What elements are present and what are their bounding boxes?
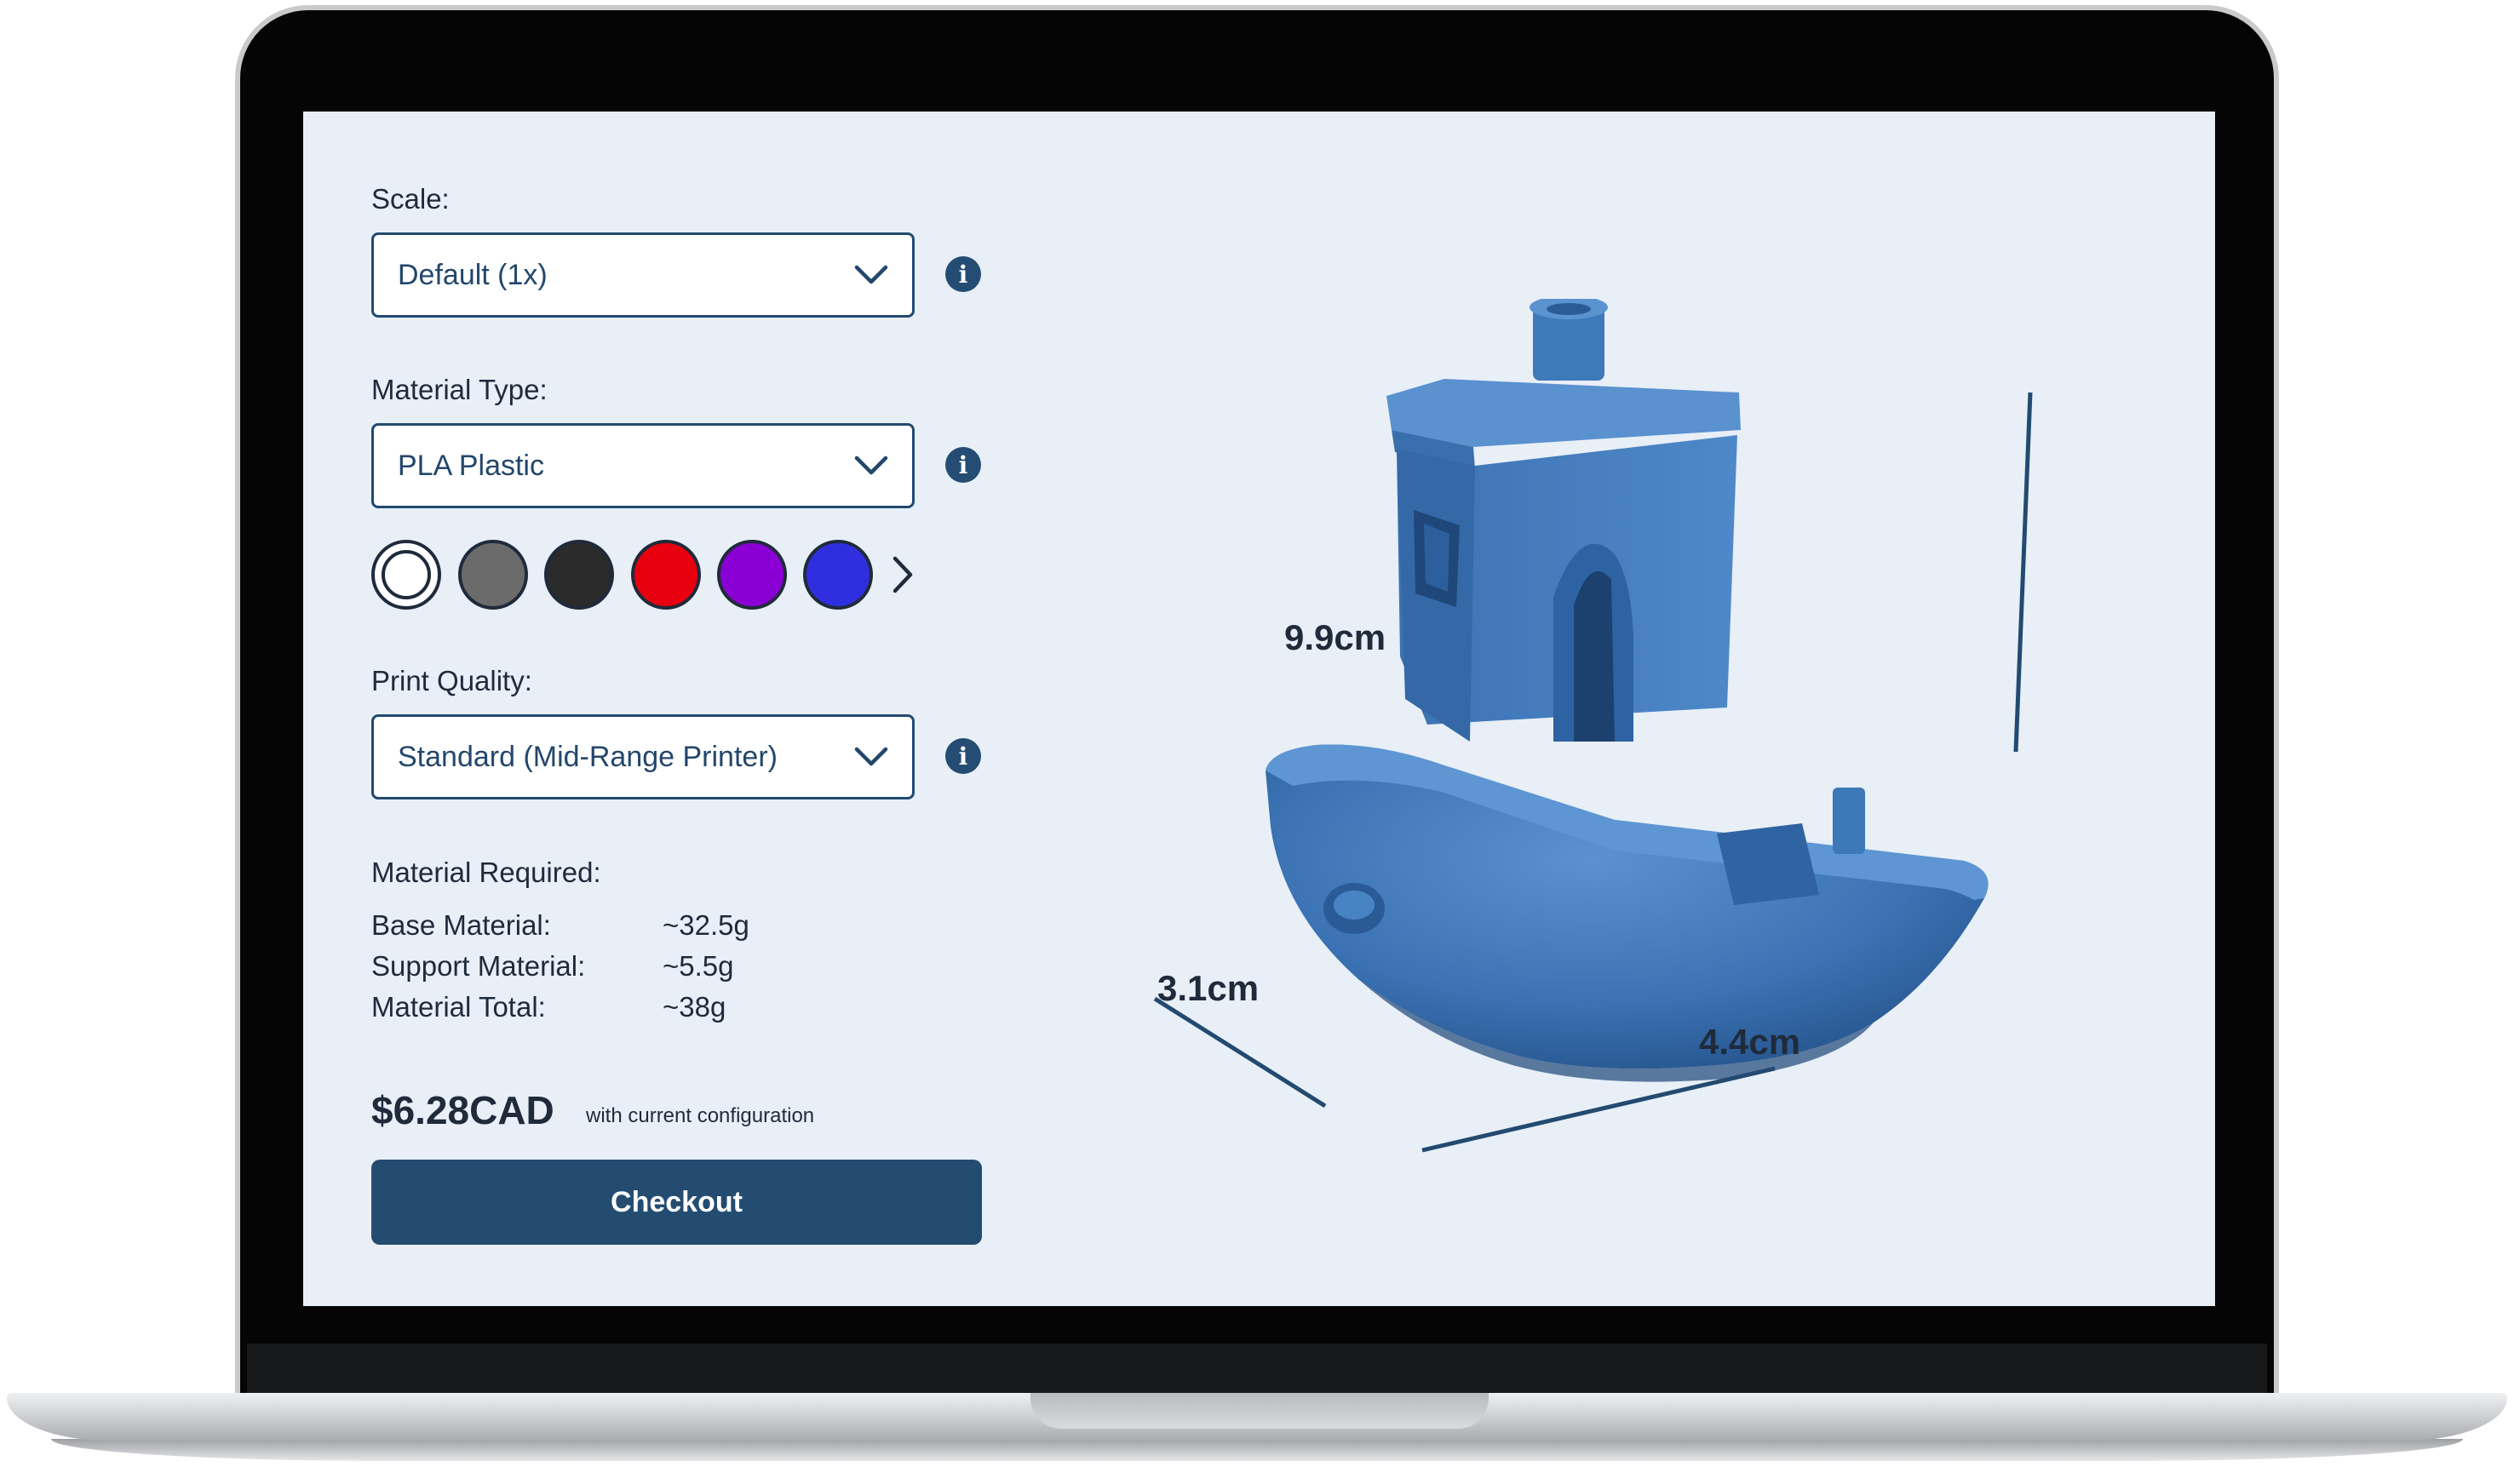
depth-dimension-line [1153, 996, 1327, 1109]
color-swatch-black[interactable] [544, 540, 614, 610]
width-dimension-line [1421, 1066, 1776, 1153]
depth-dimension: 3.1cm [1157, 968, 1260, 1008]
scale-select[interactable]: Default (1x) [371, 232, 915, 318]
color-swatch-blue[interactable] [803, 540, 873, 610]
scale-label: Scale: [371, 183, 450, 215]
material-type-select[interactable]: PLA Plastic [371, 423, 915, 508]
scale-info-icon[interactable]: i [945, 256, 981, 292]
material-type-value: PLA Plastic [398, 449, 544, 482]
material-type-info-icon[interactable]: i [945, 447, 981, 483]
material-total-label: Material Total: [371, 991, 546, 1023]
base-material-value: ~32.5g [663, 909, 749, 941]
print-quality-info-icon[interactable]: i [945, 738, 981, 774]
material-total-value: ~38g [663, 991, 726, 1023]
checkout-button[interactable]: Checkout [371, 1160, 982, 1245]
laptop-notch [1030, 1393, 1489, 1429]
chevron-right-icon[interactable] [891, 554, 915, 595]
boat-model [1266, 299, 1989, 1082]
height-dimension-line [2013, 392, 2033, 753]
print-quality-label: Print Quality: [371, 665, 532, 696]
height-dimension: 9.9cm [1284, 617, 1386, 657]
color-swatch-red[interactable] [631, 540, 701, 610]
scale-value: Default (1x) [398, 258, 548, 291]
support-material-label: Support Material: [371, 950, 586, 982]
support-material-value: ~5.5g [663, 950, 734, 982]
laptop-base-shadow [51, 1439, 2463, 1461]
laptop-bezel-bottom [247, 1344, 2267, 1398]
color-swatch-white[interactable] [371, 540, 441, 610]
material-required-heading: Material Required: [371, 857, 601, 888]
print-quality-value: Standard (Mid-Range Printer) [398, 740, 778, 773]
model-viewer[interactable] [1070, 299, 2215, 1176]
width-dimension: 4.4cm [1699, 1022, 1801, 1062]
base-material-label: Base Material: [371, 909, 551, 941]
color-swatch-purple[interactable] [717, 540, 787, 610]
print-quality-select[interactable]: Standard (Mid-Range Printer) [371, 714, 915, 799]
chevron-down-icon [854, 265, 888, 284]
chevron-down-icon [854, 747, 888, 766]
screen: Scale: Default (1x) i Material Type: PLA… [303, 112, 2215, 1306]
price: $6.28CAD [371, 1088, 554, 1132]
material-type-label: Material Type: [371, 374, 548, 405]
chevron-down-icon [854, 456, 888, 475]
color-swatch-gray[interactable] [458, 540, 528, 610]
price-note: with current configuration [586, 1104, 815, 1127]
